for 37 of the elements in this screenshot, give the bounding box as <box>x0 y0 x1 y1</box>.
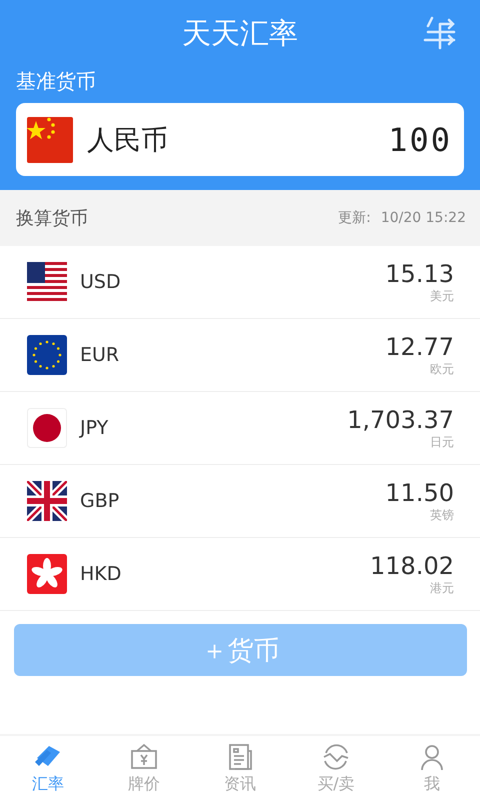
china-flag-icon <box>27 116 73 162</box>
converted-amount: 12.77 <box>385 332 454 360</box>
currency-row[interactable]: GBP 11.50 英镑 <box>0 465 480 538</box>
section-label: 基准货币 <box>16 68 97 95</box>
currency-code: EUR <box>80 344 120 366</box>
currency-name: 欧元 <box>430 360 454 378</box>
app-title: 天天汇率 <box>182 15 298 52</box>
japan-flag-icon <box>27 408 67 448</box>
sign-icon <box>129 742 159 772</box>
currency-name: 英镑 <box>430 506 454 524</box>
currency-row[interactable]: JPY 1,703.37 日元 <box>0 392 480 465</box>
currency-name: 港元 <box>430 580 454 596</box>
currency-name: 美元 <box>430 288 454 304</box>
currency-code: JPY <box>80 417 110 439</box>
uk-flag-icon <box>27 481 67 521</box>
currency-name: 人民币 <box>87 124 169 158</box>
us-flag-icon <box>27 262 67 302</box>
hong-kong-flag-icon <box>27 554 67 594</box>
converted-amount: 118.02 <box>370 552 454 580</box>
currency-row[interactable]: HKD 118.02 港元 <box>0 538 480 611</box>
converted-amount: 11.50 <box>385 478 454 506</box>
update-label: 更新: <box>338 209 371 227</box>
base-currency-card[interactable]: 人民币 100 <box>16 103 464 176</box>
section-label: 换算货币 <box>16 207 89 230</box>
currency-code: GBP <box>80 490 120 512</box>
currency-row[interactable]: EUR 12.77 欧元 <box>0 319 480 392</box>
exchange-icon <box>321 742 351 772</box>
amount-input[interactable]: 100 <box>388 120 452 158</box>
converted-amount: 15.13 <box>385 260 454 288</box>
update-time: 10/20 15:22 <box>380 210 466 226</box>
converted-amount: 1,703.37 <box>347 406 454 434</box>
eu-flag-icon <box>27 335 67 375</box>
currency-code: USD <box>80 271 122 293</box>
currency-row[interactable]: USD 15.13 美元 <box>0 246 480 319</box>
currency-name: 日元 <box>430 434 454 450</box>
currency-code: HKD <box>80 563 122 585</box>
exchange-icon[interactable] <box>422 14 458 50</box>
